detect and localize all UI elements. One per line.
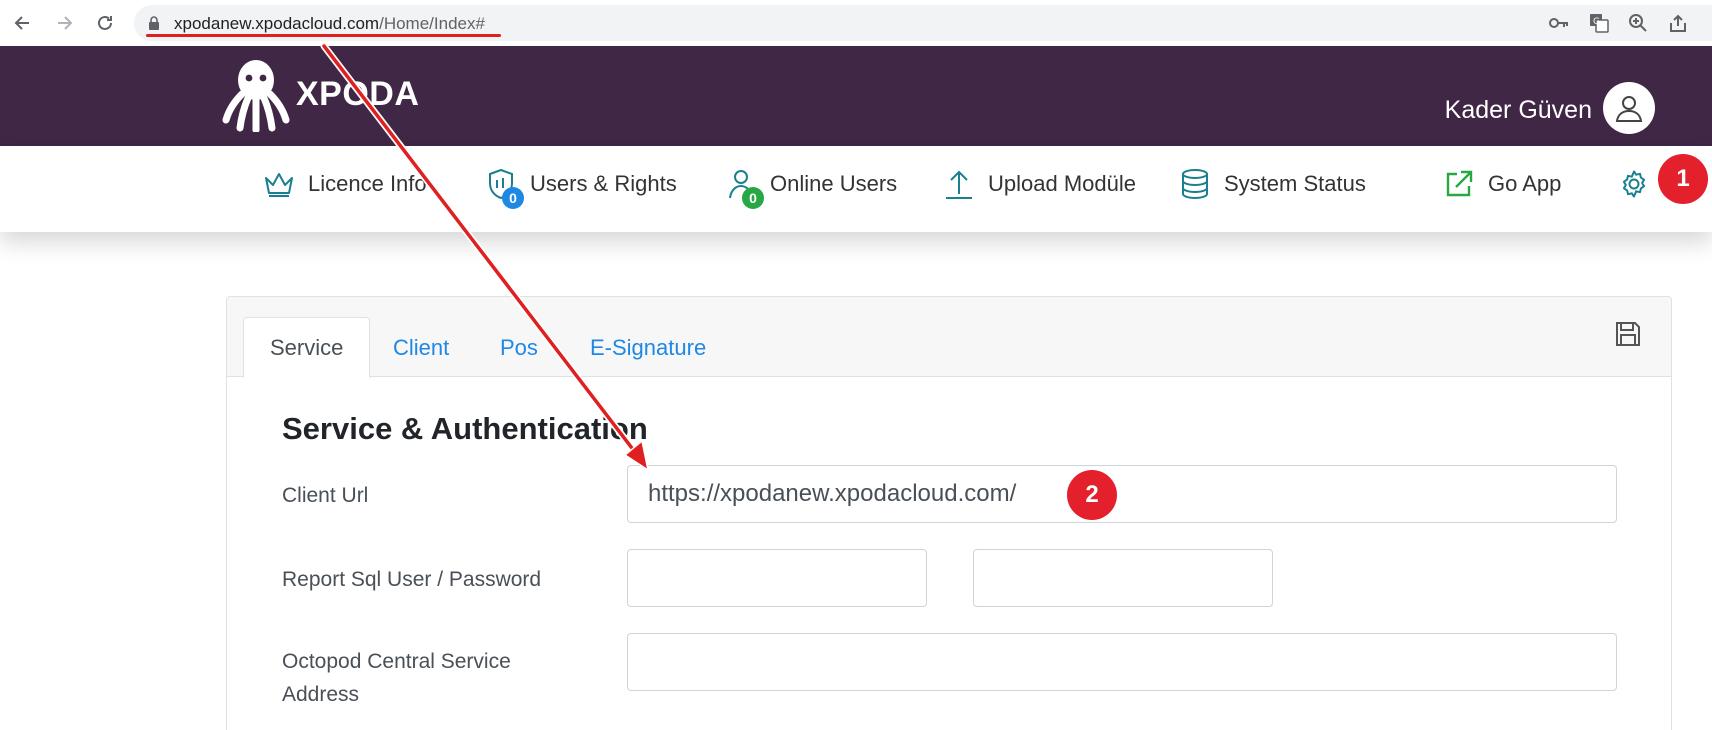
menu-label: Go App xyxy=(1488,171,1562,196)
tab-service[interactable]: Service xyxy=(243,317,371,378)
share-icon[interactable] xyxy=(1667,12,1689,34)
report-sql-password-input[interactable] xyxy=(973,549,1273,607)
tab-pos[interactable]: Pos xyxy=(500,317,538,378)
forward-arrow-icon xyxy=(58,16,73,30)
app-header: XPODA Kader Güven xyxy=(0,46,1712,146)
menu-item-go-app[interactable]: Go App xyxy=(1442,164,1561,204)
callout-badge-1: 1 xyxy=(1658,154,1708,204)
avatar[interactable] xyxy=(1603,82,1655,134)
user-name[interactable]: Kader Güven xyxy=(1445,96,1592,125)
url-path: /Home/Index# xyxy=(379,14,485,33)
menu-label: Users & Rights xyxy=(530,171,677,196)
tab-client[interactable]: Client xyxy=(393,317,449,378)
client-url-input[interactable] xyxy=(627,465,1617,523)
menu-item-system-status[interactable]: System Status xyxy=(1178,164,1366,204)
menu-item-upload-module[interactable]: Upload Modüle xyxy=(942,164,1136,204)
database-icon xyxy=(1178,167,1212,201)
menu-label: Upload Modüle xyxy=(988,171,1136,196)
menu-label: Licence Info xyxy=(308,171,427,196)
shield-users-icon: 0 xyxy=(484,167,524,209)
external-link-icon xyxy=(1442,167,1476,201)
menu-item-licence-info[interactable]: Licence Info xyxy=(262,164,427,204)
settings-gear-button[interactable] xyxy=(1616,166,1652,202)
reload-button[interactable] xyxy=(92,10,118,36)
gear-icon xyxy=(1622,170,1646,198)
key-icon[interactable] xyxy=(1548,12,1570,34)
reload-icon xyxy=(98,15,112,30)
floppy-save-icon xyxy=(1616,322,1640,346)
logo-text: XPODA xyxy=(296,74,420,113)
url-highlight-underline xyxy=(146,34,501,37)
admin-menu-bar: Licence Info 0 Users & Rights 0 Online U… xyxy=(0,146,1712,232)
crown-icon xyxy=(262,167,296,201)
menu-label: Online Users xyxy=(770,171,898,196)
menu-item-online-users[interactable]: 0 Online Users xyxy=(724,164,898,209)
forward-button[interactable] xyxy=(51,10,77,36)
octopus-logo-icon xyxy=(222,60,290,132)
translate-icon[interactable]: G xyxy=(1588,12,1610,34)
url-host: xpodanew.xpodacloud.com xyxy=(174,14,380,33)
user-icon: 0 xyxy=(724,167,764,209)
section-title: Service & Authentication xyxy=(282,411,648,446)
report-sql-user-input[interactable] xyxy=(627,549,927,607)
url-text: xpodanew.xpodacloud.com/Home/Index# xyxy=(174,14,485,34)
octopod-service-input[interactable] xyxy=(627,633,1617,691)
zoom-icon[interactable] xyxy=(1627,12,1649,34)
svg-text:G: G xyxy=(1593,17,1600,27)
users-count-badge: 0 xyxy=(502,187,524,209)
user-avatar-icon xyxy=(1615,96,1643,122)
save-button[interactable] xyxy=(1613,319,1643,349)
report-sql-label: Report Sql User / Password xyxy=(282,568,542,591)
octopod-service-label: Octopod Central Service Address xyxy=(282,650,511,706)
tab-e-signature[interactable]: E-Signature xyxy=(590,317,706,378)
back-arrow-icon xyxy=(14,16,29,30)
xpoda-logo[interactable]: XPODA xyxy=(222,56,419,132)
settings-card: Service Client Pos E-Signature Service &… xyxy=(226,296,1672,730)
callout-badge-2: 2 xyxy=(1067,470,1117,520)
menu-item-users-rights[interactable]: 0 Users & Rights xyxy=(484,164,677,209)
lock-icon xyxy=(148,16,160,35)
online-count-badge: 0 xyxy=(742,187,764,209)
menu-label: System Status xyxy=(1224,171,1366,196)
browser-toolbar: xpodanew.xpodacloud.com/Home/Index# G xyxy=(0,0,1712,46)
upload-arrow-icon xyxy=(942,167,976,201)
back-button[interactable] xyxy=(10,10,36,36)
client-url-label: Client Url xyxy=(282,484,369,507)
tabs-header: Service Client Pos E-Signature xyxy=(227,297,1671,378)
